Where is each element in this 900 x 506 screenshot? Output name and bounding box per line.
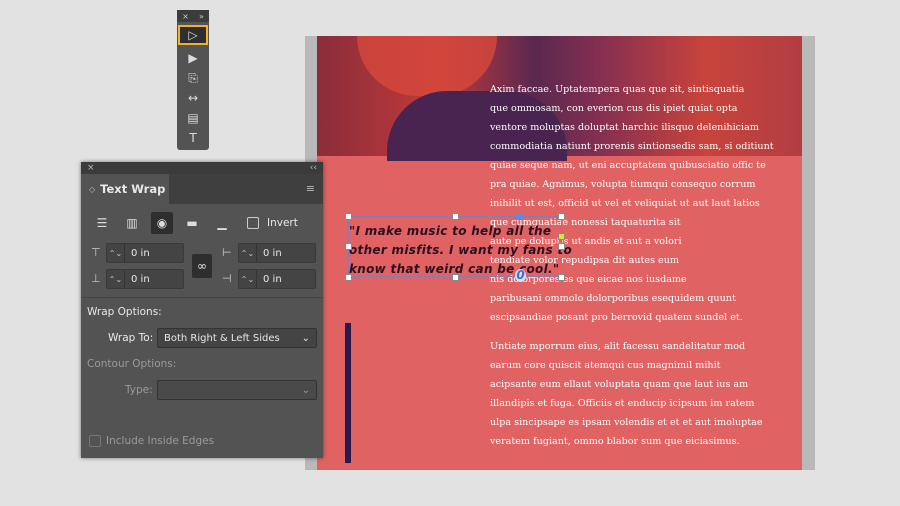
resize-handle[interactable] (558, 243, 565, 250)
left-offset-icon: ⊢ (222, 246, 232, 259)
panel-menu-icon[interactable]: ≡ (306, 174, 323, 204)
top-offset-icon: ⊤ (91, 246, 101, 259)
contour-type-select: ⌄ (157, 380, 317, 400)
no-wrap-icon[interactable]: ☰ (91, 212, 113, 234)
body-text-line: commodiatia natiunt prorenis sintionsedi… (490, 141, 774, 152)
body-text-line: ulpa sincipsape es ipsam volendis et et … (490, 417, 763, 428)
body-text-line: acipsante eum ellaut voluptata quam que … (490, 379, 749, 390)
resize-handle[interactable] (558, 274, 565, 281)
top-offset-field[interactable]: ⌃⌄ 0 in (106, 243, 184, 263)
body-text-line: ventore moluptas doluptat harchic ilisqu… (490, 122, 759, 133)
anchor-icon[interactable]: 0 (515, 269, 526, 282)
body-text-line: earum core quiscit atemqui cus magnimil … (490, 360, 721, 371)
wrap-to-select[interactable]: Both Right & Left Sides ⌄ (157, 328, 317, 348)
body-text-line: escipsandiae posant pro berrovid quatem … (490, 312, 743, 323)
resize-handle[interactable] (345, 213, 352, 220)
close-icon[interactable]: × (182, 12, 189, 21)
body-text-line: inihilit ut est, officid ut vel et veliq… (490, 198, 760, 209)
bottom-offset-icon: ⊥ (91, 272, 101, 285)
wrap-to-label: Wrap To: (108, 332, 154, 344)
resize-handle[interactable] (345, 274, 352, 281)
corner-option-handle[interactable] (516, 213, 523, 220)
out-port-icon[interactable] (558, 233, 565, 240)
resize-handle[interactable] (345, 243, 352, 250)
resize-handle[interactable] (452, 274, 459, 281)
contour-options-heading: Contour Options: (87, 358, 177, 370)
left-offset-field[interactable]: ⌃⌄ 0 in (238, 243, 316, 263)
expand-icon[interactable]: » (199, 12, 204, 21)
jump-object-icon[interactable]: ▬ (181, 212, 203, 234)
pull-quote-text: "I make music to help all the other misfi… (349, 224, 573, 276)
wrap-bounding-box-icon[interactable]: ▥ (121, 212, 143, 234)
pull-quote-frame[interactable]: "I make music to help all the other misfi… (345, 213, 572, 282)
invert-checkbox[interactable] (247, 217, 259, 229)
body-text-line: Untiate mporrum eius, alit facessu sande… (490, 341, 746, 352)
type-label: Type: (125, 384, 153, 396)
selection-tool[interactable]: ▷ (178, 25, 208, 45)
include-inside-edges-label: Include Inside Edges (106, 435, 215, 447)
body-text-line: veratem fugiant, ommo blabor sum que eic… (490, 436, 740, 447)
tools-panel: × » ▷ ▶ ⎘ ↔ ▤ T (177, 10, 209, 150)
wrap-options-heading: Wrap Options: (87, 306, 162, 318)
content-collector-tool[interactable]: ▤ (177, 108, 209, 128)
resize-handle[interactable] (452, 213, 459, 220)
bottom-offset-field[interactable]: ⌃⌄ 0 in (106, 269, 184, 289)
body-text-line: que ommosam, con everion cus dis ipiet q… (490, 103, 738, 114)
direct-selection-tool[interactable]: ▶ (177, 48, 209, 68)
page-tool[interactable]: ⎘ (177, 68, 209, 88)
text-wrap-panel: × ‹‹ ◇ Text Wrap ≡ ☰ ▥ ◉ ▬ ▁ Invert ⊤ ⌃⌄ 0 … (81, 162, 323, 458)
include-inside-edges-checkbox (89, 435, 101, 447)
wrap-object-shape-icon[interactable]: ◉ (151, 212, 173, 234)
collapse-icon[interactable]: ‹‹ (310, 163, 317, 173)
tab-text-wrap[interactable]: ◇ Text Wrap (81, 174, 169, 204)
right-offset-field[interactable]: ⌃⌄ 0 in (238, 269, 316, 289)
divider (81, 297, 323, 298)
jump-next-column-icon[interactable]: ▁ (211, 212, 233, 234)
body-text-line: illandipis et fuga. Officiis et enducip … (490, 398, 755, 409)
gap-tool[interactable]: ↔ (177, 88, 209, 108)
body-text-line: Axim faccae. Uptatempera quas que sit, s… (490, 84, 745, 95)
accent-bar (345, 323, 351, 463)
link-offsets-icon[interactable]: ∞ (192, 254, 212, 278)
body-text-line: quiae seque nam, ut eni accuptatem quibu… (490, 160, 766, 171)
invert-label: Invert (267, 217, 298, 229)
body-text-line: paribusani ommolo dolorporibus esequidem… (490, 293, 736, 304)
type-tool[interactable]: T (177, 128, 209, 148)
body-text-line: pra quiae. Agnimus, volupta tiumqui cons… (490, 179, 756, 190)
right-offset-icon: ⊣ (222, 272, 232, 285)
close-icon[interactable]: × (87, 163, 95, 173)
resize-handle[interactable] (558, 213, 565, 220)
